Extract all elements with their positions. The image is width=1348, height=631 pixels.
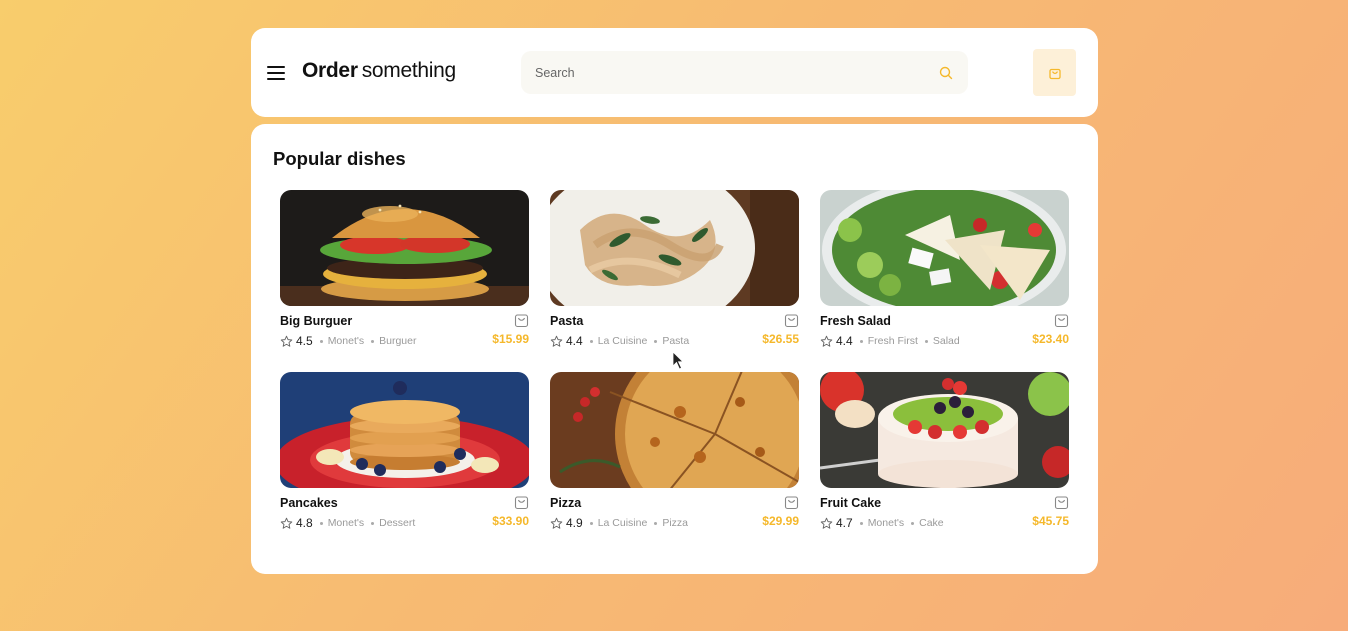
- dish-image-fruit-cake[interactable]: [820, 372, 1069, 488]
- star-icon: [280, 517, 293, 529]
- dish-image-pancakes[interactable]: [280, 372, 529, 488]
- dish-name: Fresh Salad: [820, 314, 891, 328]
- separator-dot: [924, 339, 928, 343]
- star-icon: [280, 335, 293, 347]
- shopping-bag-icon: [1048, 68, 1061, 79]
- add-to-cart-icon[interactable]: [1054, 495, 1069, 510]
- separator-dot: [371, 339, 375, 343]
- dish-meta: 4.8 Monet's Dessert: [280, 516, 422, 530]
- dish-price: $45.75: [1032, 514, 1069, 528]
- dish-restaurant: Monet's: [327, 517, 365, 529]
- dish-meta: 4.4 Fresh First Salad: [820, 334, 967, 348]
- app-brand: Order something: [302, 59, 456, 83]
- add-to-cart-icon[interactable]: [514, 495, 529, 510]
- dish-rating: 4.7: [836, 516, 853, 530]
- mouse-cursor-icon: [672, 351, 684, 370]
- dish-meta: 4.7 Monet's Cake: [820, 516, 951, 530]
- separator-dot: [911, 521, 915, 525]
- dish-rating: 4.4: [836, 334, 853, 348]
- dish-category: Dessert: [379, 517, 416, 529]
- star-icon: [550, 335, 563, 347]
- brand-title-light: something: [361, 59, 457, 82]
- dish-card-fresh-salad[interactable]: Fresh Salad 4.4 Fresh First Salad $23.40: [820, 190, 1069, 355]
- dish-restaurant: La Cuisine: [597, 335, 648, 347]
- dish-card-pasta[interactable]: Pasta 4.4 La Cuisine Pasta $26.55: [550, 190, 799, 355]
- separator-dot: [654, 339, 658, 343]
- dish-name: Pasta: [550, 314, 584, 328]
- dish-restaurant: Monet's: [867, 517, 905, 529]
- dish-rating: 4.5: [296, 334, 313, 348]
- dish-restaurant: La Cuisine: [597, 517, 648, 529]
- dish-name: Pancakes: [280, 496, 338, 510]
- section-title: Popular dishes: [273, 148, 406, 169]
- dish-category: Pasta: [662, 335, 690, 347]
- dish-category: Pizza: [662, 517, 688, 529]
- search-input[interactable]: [521, 51, 968, 94]
- dish-category: Burguer: [379, 335, 417, 347]
- star-icon: [820, 517, 833, 529]
- search-icon[interactable]: [939, 66, 953, 80]
- dish-rating: 4.9: [566, 516, 583, 530]
- dish-category: Salad: [932, 335, 960, 347]
- dish-name: Fruit Cake: [820, 496, 882, 510]
- dish-price: $33.90: [492, 514, 529, 528]
- dish-image-burger[interactable]: [280, 190, 529, 306]
- dish-rating: 4.8: [296, 516, 313, 530]
- popular-dishes-panel: Popular dishes Big Burguer 4.5 Monet's B…: [251, 124, 1098, 574]
- add-to-cart-icon[interactable]: [784, 313, 799, 328]
- dish-restaurant: Fresh First: [867, 335, 918, 347]
- dish-image-salad[interactable]: [820, 190, 1069, 306]
- dish-category: Cake: [919, 517, 944, 529]
- separator-dot: [859, 339, 863, 343]
- dish-card-pizza[interactable]: Pizza 4.9 La Cuisine Pizza $29.99: [550, 372, 799, 537]
- dish-price: $29.99: [762, 514, 799, 528]
- dish-card-big-burguer[interactable]: Big Burguer 4.5 Monet's Burguer $15.99: [280, 190, 529, 355]
- dish-price: $26.55: [762, 332, 799, 346]
- separator-dot: [319, 339, 323, 343]
- search-bar: [521, 51, 968, 94]
- dish-price: $15.99: [492, 332, 529, 346]
- separator-dot: [589, 521, 593, 525]
- add-to-cart-icon[interactable]: [784, 495, 799, 510]
- dish-meta: 4.5 Monet's Burguer: [280, 334, 423, 348]
- star-icon: [550, 517, 563, 529]
- dish-rating: 4.4: [566, 334, 583, 348]
- add-to-cart-icon[interactable]: [1054, 313, 1069, 328]
- dish-card-fruit-cake[interactable]: Fruit Cake 4.7 Monet's Cake $45.75: [820, 372, 1069, 537]
- dish-meta: 4.4 La Cuisine Pasta: [550, 334, 696, 348]
- separator-dot: [319, 521, 323, 525]
- dish-image-pasta[interactable]: [550, 190, 799, 306]
- dish-restaurant: Monet's: [327, 335, 365, 347]
- star-icon: [820, 335, 833, 347]
- dish-price: $23.40: [1032, 332, 1069, 346]
- top-bar: Order something: [251, 28, 1098, 117]
- separator-dot: [371, 521, 375, 525]
- add-to-cart-icon[interactable]: [514, 313, 529, 328]
- separator-dot: [654, 521, 658, 525]
- dish-image-pizza[interactable]: [550, 372, 799, 488]
- brand-title-bold: Order: [302, 59, 358, 82]
- dish-name: Pizza: [550, 496, 582, 510]
- dish-name: Big Burguer: [280, 314, 353, 328]
- dish-meta: 4.9 La Cuisine Pizza: [550, 516, 695, 530]
- hamburger-menu-icon[interactable]: [267, 66, 285, 80]
- separator-dot: [589, 339, 593, 343]
- dish-card-pancakes[interactable]: Pancakes 4.8 Monet's Dessert $33.90: [280, 372, 529, 537]
- separator-dot: [859, 521, 863, 525]
- cart-button[interactable]: [1033, 49, 1076, 96]
